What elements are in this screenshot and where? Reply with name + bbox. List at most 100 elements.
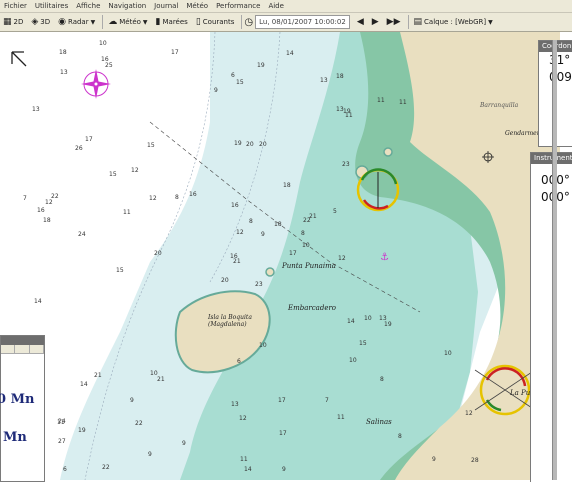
- marees-label: Marées: [162, 18, 188, 26]
- pointer-icon: [11, 51, 27, 67]
- depth-sounding: 15: [109, 171, 117, 178]
- view-2d-button[interactable]: ▦ 2D: [0, 15, 26, 30]
- depth-sounding: 18: [274, 221, 282, 228]
- depth-sounding: 11: [123, 209, 131, 216]
- depth-sounding: 16: [101, 56, 109, 63]
- depth-sounding: 21: [157, 376, 165, 383]
- depth-sounding: 15: [116, 267, 124, 274]
- chevron-down-icon: ▼: [488, 18, 493, 26]
- datetime-field[interactable]: Lu, 08/01/2007 10:00:02: [255, 15, 350, 29]
- panel-title: [1, 336, 44, 345]
- place-embarcadero: Embarcadero: [288, 304, 337, 312]
- panel-tabs[interactable]: [1, 345, 44, 354]
- depth-sounding: 12: [236, 229, 244, 236]
- depth-sounding: 23: [255, 281, 263, 288]
- depth-sounding: 10: [150, 370, 158, 377]
- map-2d-icon: ▦: [3, 17, 12, 27]
- depth-sounding: 7: [325, 397, 329, 404]
- place-puerto: Barranquilla: [480, 102, 519, 109]
- time-forward-button[interactable]: ▶▶: [384, 15, 404, 30]
- menu-journal[interactable]: Journal: [150, 2, 182, 10]
- depth-sounding: 14: [347, 318, 355, 325]
- menu-aide[interactable]: Aide: [264, 2, 287, 10]
- depth-sounding: 10: [259, 342, 267, 349]
- depth-sounding: 11: [377, 97, 385, 104]
- clock-icon: ◷: [244, 16, 254, 28]
- depth-sounding: 26: [75, 145, 83, 152]
- depth-sounding: 19: [384, 321, 392, 328]
- depth-sounding: 13: [32, 106, 40, 113]
- depth-sounding: 13: [60, 69, 68, 76]
- depth-sounding: 28: [471, 457, 479, 464]
- depth-sounding: 13: [379, 315, 387, 322]
- courants-button[interactable]: ▯ Courants: [193, 15, 238, 30]
- calque-label: Calque : [WebGR]: [424, 18, 487, 26]
- depth-sounding: 11: [345, 112, 353, 119]
- depth-sounding: 11: [337, 414, 345, 421]
- tide-icon: ▮: [155, 17, 161, 27]
- menu-performance[interactable]: Performance: [212, 2, 264, 10]
- view-3d-button[interactable]: ◈ 3D: [28, 15, 53, 30]
- distance-value: 0 Mn: [0, 392, 35, 407]
- depth-sounding: 8: [398, 433, 402, 440]
- scrollbar[interactable]: [552, 40, 557, 480]
- depth-sounding: 16: [37, 207, 45, 214]
- depth-sounding: 8: [301, 230, 305, 237]
- depth-sounding: 12: [45, 199, 53, 206]
- view-2d-label: 2D: [13, 18, 24, 26]
- depth-sounding: 12: [239, 415, 247, 422]
- depth-sounding: 17: [85, 136, 93, 143]
- depth-sounding: 25: [105, 62, 113, 69]
- time-back-button[interactable]: ◀: [354, 15, 367, 30]
- menu-utilitaires[interactable]: Utilitaires: [31, 2, 72, 10]
- depth-sounding: 20: [154, 250, 162, 257]
- depth-sounding: 16: [230, 253, 238, 260]
- depth-sounding: 9: [214, 87, 218, 94]
- radar-label: Radar: [67, 18, 89, 26]
- menu-navigation[interactable]: Navigation: [104, 2, 150, 10]
- time-play-button[interactable]: ▶: [369, 15, 382, 30]
- depth-sounding: 14: [286, 50, 294, 57]
- depth-sounding: 10: [364, 315, 372, 322]
- depth-sounding: 8: [380, 376, 384, 383]
- globe-3d-icon: ◈: [31, 17, 39, 27]
- depth-sounding: 15: [236, 79, 244, 86]
- depth-sounding: 13: [336, 106, 344, 113]
- depth-sounding: 13: [231, 401, 239, 408]
- depth-sounding: 20: [259, 141, 267, 148]
- distance-unit: Mn: [3, 430, 27, 445]
- depth-sounding: 12: [131, 167, 139, 174]
- depth-sounding: 9: [182, 440, 186, 447]
- chart-canvas: ⚓: [11, 32, 560, 480]
- menu-fichier[interactable]: Fichier: [0, 2, 31, 10]
- depth-sounding: 23: [342, 161, 350, 168]
- depth-sounding: 12: [465, 410, 473, 417]
- toolbar-separator: [102, 15, 104, 29]
- depth-sounding: 11: [399, 99, 407, 106]
- depth-sounding: 7: [23, 195, 27, 202]
- nautical-chart[interactable]: ⚓ 23 26 21 24 22 21 18 20 19 17 25 28 24 20 23 22 19 18 21…: [0, 32, 572, 480]
- depth-sounding: 5: [333, 208, 337, 215]
- menu-affiche[interactable]: Affiche: [72, 2, 104, 10]
- depth-sounding: 13: [320, 77, 328, 84]
- compass-rose: [81, 69, 111, 99]
- depth-sounding: 18: [336, 73, 344, 80]
- chevron-down-icon: ▼: [142, 18, 148, 26]
- courants-label: Courants: [202, 18, 235, 26]
- depth-sounding: 9: [130, 397, 134, 404]
- menu-meteo[interactable]: Météo: [182, 2, 212, 10]
- marees-button[interactable]: ▮ Marées: [153, 15, 191, 30]
- chevron-down-icon: ▼: [90, 18, 96, 26]
- meteo-button[interactable]: ☁ Météo ▼: [105, 15, 150, 30]
- meteo-label: Météo: [119, 18, 141, 26]
- weather-icon: ☁: [108, 17, 118, 27]
- depth-sounding: 6: [63, 466, 67, 473]
- depth-sounding: 27: [58, 438, 66, 445]
- depth-sounding: 24: [78, 231, 86, 238]
- depth-sounding: 9: [432, 456, 436, 463]
- radar-button[interactable]: ◉ Radar ▼: [55, 15, 98, 30]
- depth-sounding: 17: [289, 250, 297, 257]
- depth-sounding: 18: [283, 182, 291, 189]
- depth-sounding: 19: [234, 140, 242, 147]
- calque-button[interactable]: ▤ Calque : [WebGR] ▼: [411, 15, 496, 30]
